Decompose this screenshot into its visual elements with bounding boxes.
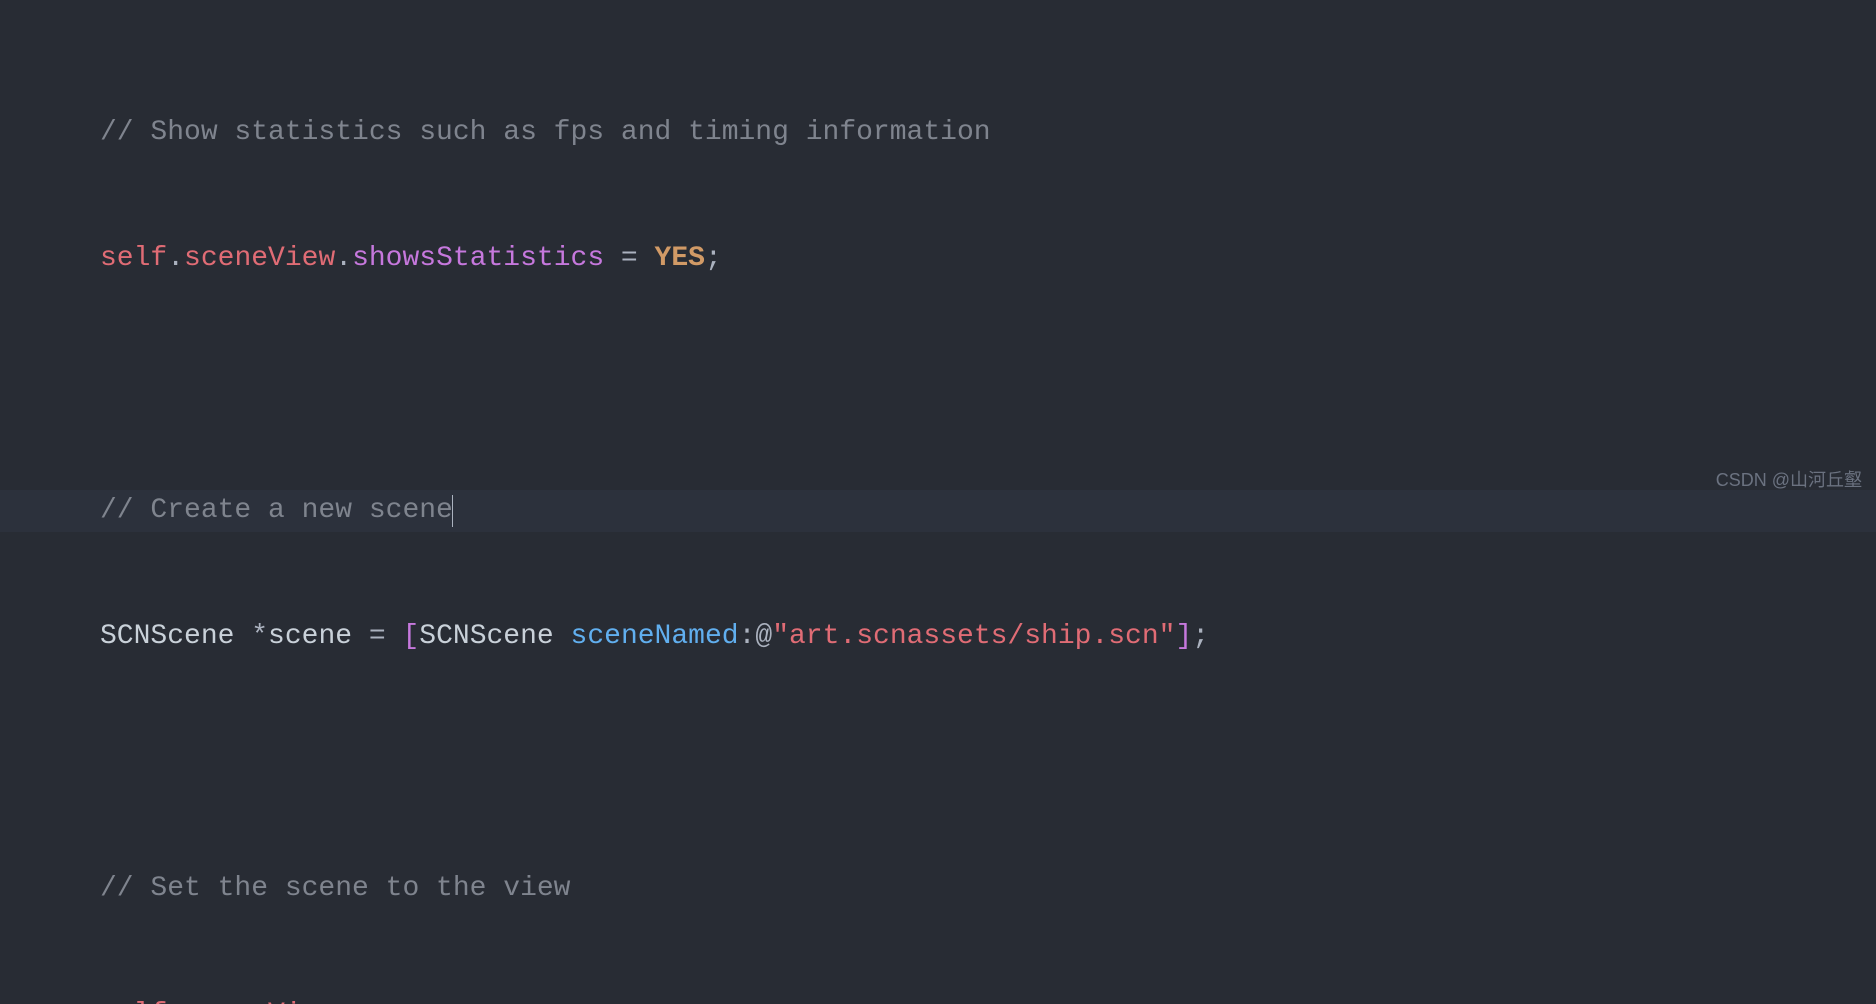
code-line-3-highlighted: // Create a new scene	[0, 490, 1876, 532]
type-scnscene: SCNScene	[100, 616, 251, 658]
code-line-5: // Set the scene to the view	[0, 868, 1876, 910]
dot: .	[335, 238, 352, 280]
property-scene: scene	[352, 994, 436, 1004]
comment-text: // Set the scene to the view	[100, 868, 570, 910]
comment-text: // Show statistics such as fps and timin…	[100, 112, 991, 154]
dot: .	[167, 994, 184, 1004]
dot: .	[335, 994, 352, 1004]
quote: "	[772, 616, 789, 658]
equals-operator: =	[436, 994, 486, 1004]
colon: :	[739, 616, 756, 658]
string-literal: art.scnassets/ship.scn	[789, 616, 1159, 658]
variable-scene: scene	[487, 994, 571, 1004]
star: *	[251, 616, 268, 658]
equals-operator: =	[369, 616, 403, 658]
property-showsstatistics: showsStatistics	[352, 238, 604, 280]
dot: .	[167, 238, 184, 280]
semicolon: ;	[571, 994, 588, 1004]
property-sceneview: sceneView	[184, 994, 335, 1004]
left-bracket: [	[402, 616, 419, 658]
comment-text: // Create a new scene	[100, 490, 453, 532]
quote: "	[1159, 616, 1176, 658]
keyword-self: self	[100, 994, 167, 1004]
code-line-1: // Show statistics such as fps and timin…	[0, 112, 1876, 154]
method-scenenamed: sceneNamed	[571, 616, 739, 658]
variable-scene: scene	[268, 616, 369, 658]
code-editor[interactable]: // Show statistics such as fps and timin…	[0, 0, 1876, 1004]
at-sign: @	[755, 616, 772, 658]
semicolon: ;	[1192, 616, 1209, 658]
property-sceneview: sceneView	[184, 238, 335, 280]
empty-line	[0, 742, 1876, 784]
equals-operator: =	[604, 238, 654, 280]
code-line-2: self.sceneView.showsStatistics = YES;	[0, 238, 1876, 280]
text-cursor	[452, 495, 453, 527]
keyword-self: self	[100, 238, 167, 280]
right-bracket: ]	[1175, 616, 1192, 658]
code-line-4: SCNScene *scene = [SCNScene sceneNamed:@…	[0, 616, 1876, 658]
code-line-6: self.sceneView.scene = scene;	[0, 994, 1876, 1004]
watermark-text: CSDN @山河丘壑	[1716, 467, 1862, 494]
constant-yes: YES	[655, 238, 705, 280]
type-scnscene: SCNScene	[419, 616, 570, 658]
empty-line	[0, 364, 1876, 406]
semicolon: ;	[705, 238, 722, 280]
